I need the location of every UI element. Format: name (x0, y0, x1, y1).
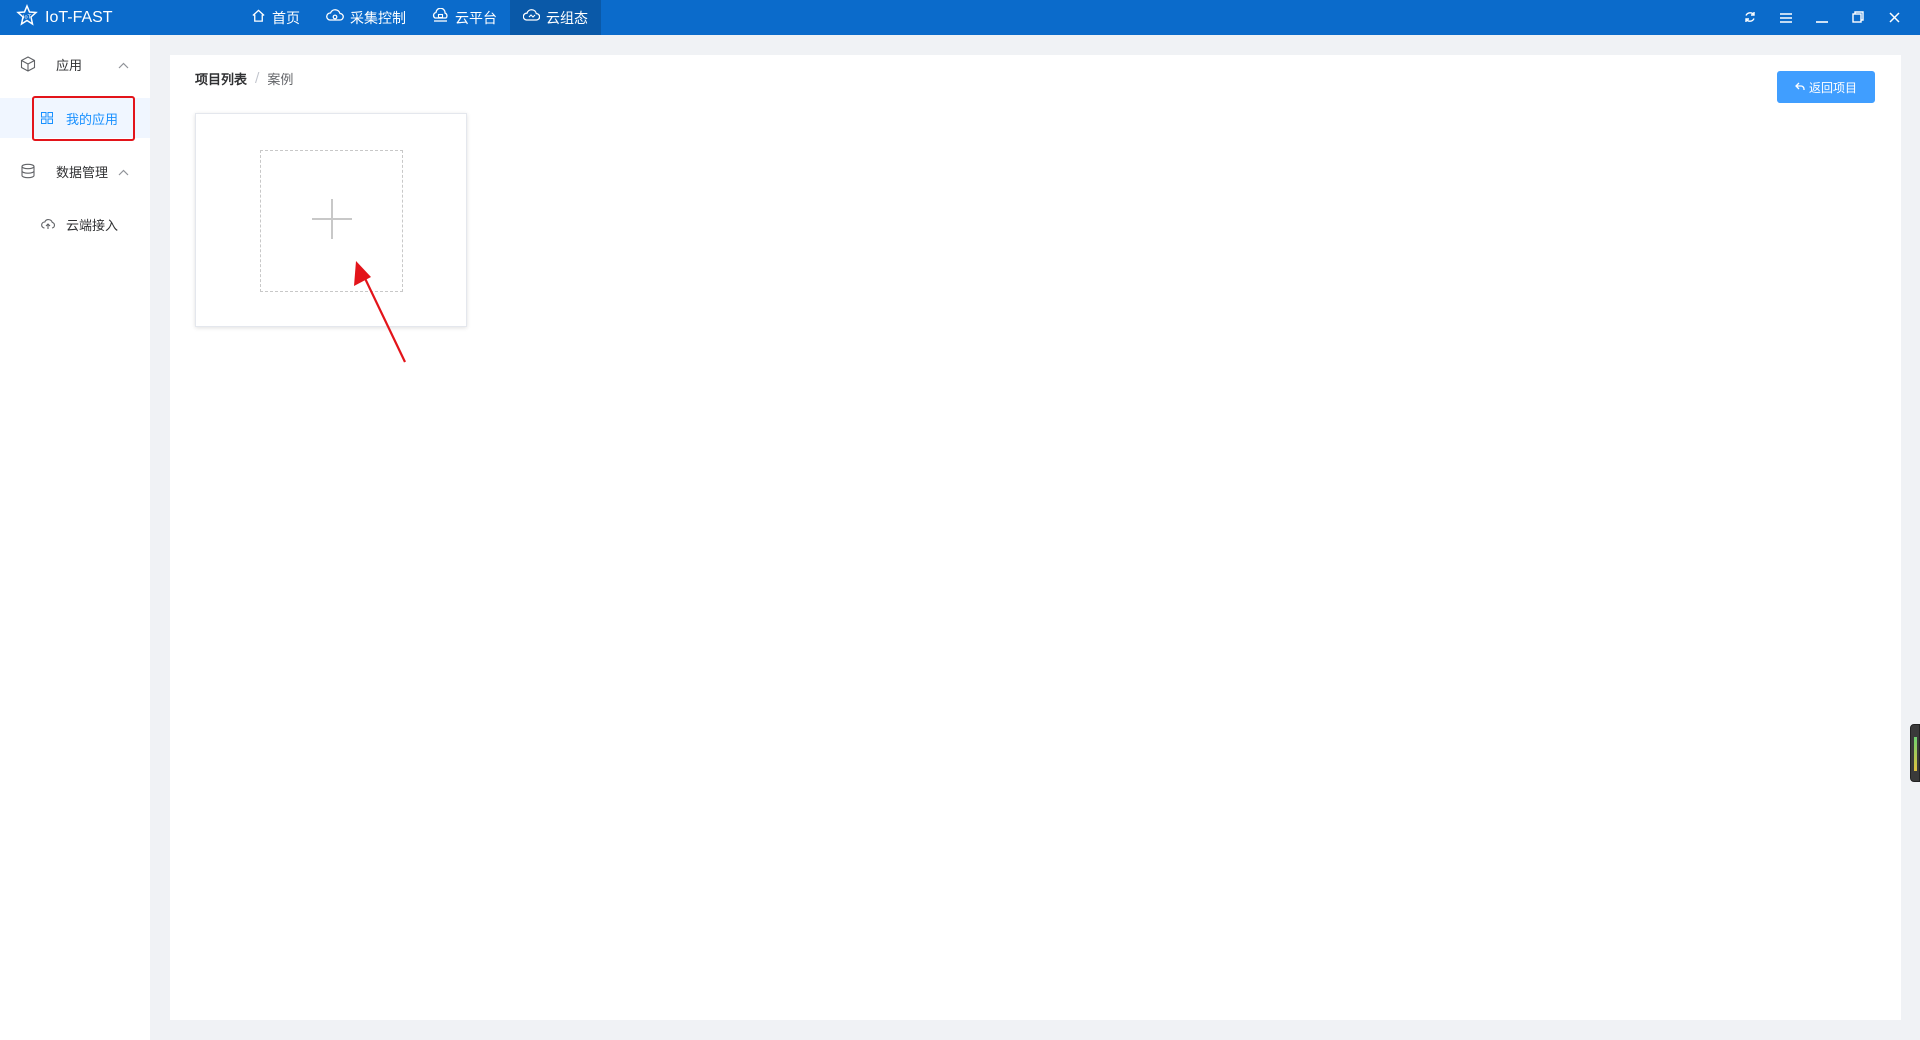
breadcrumb-separator: / (255, 71, 260, 86)
back-to-project-button[interactable]: 返回项目 (1777, 71, 1875, 103)
cube-icon (20, 56, 36, 76)
restore-icon (1852, 8, 1864, 27)
top-nav: 首页 采集控制 云平台 云组态 (238, 0, 601, 35)
refresh-button[interactable] (1732, 0, 1768, 35)
add-app-card (195, 113, 467, 327)
sidebar-group-apps[interactable]: 应用 (0, 44, 150, 84)
grid-icon (41, 112, 53, 128)
plus-icon (310, 197, 354, 245)
main-panel: 项目列表 / 案例 返回项目 (170, 55, 1901, 1020)
nav-item-label: 云平台 (455, 10, 497, 27)
home-icon (251, 8, 266, 27)
breadcrumb-current: 案例 (267, 73, 294, 88)
close-icon (1888, 8, 1900, 27)
add-app-button[interactable] (260, 150, 403, 292)
top-bar: IoT IoT-FAST 首页 采集控制 云平台 云组态 (0, 0, 1920, 35)
sidebar: 应用 我的应用 数据管理 云端接入 (0, 35, 150, 1040)
status-indicator (1914, 737, 1917, 771)
nav-item-cloud-platform[interactable]: 云平台 (419, 0, 510, 35)
svg-text:IoT: IoT (23, 14, 32, 20)
refresh-icon (1744, 8, 1756, 27)
brand: IoT IoT-FAST (15, 0, 113, 35)
cloud-gear-icon (326, 8, 344, 27)
nav-item-home[interactable]: 首页 (238, 0, 313, 35)
side-drawer-handle[interactable] (1910, 724, 1920, 782)
nav-item-label: 云组态 (546, 10, 588, 27)
sidebar-item-my-apps[interactable]: 我的应用 (0, 98, 150, 138)
sidebar-group-label: 应用 (56, 58, 83, 74)
nav-item-label: 采集控制 (350, 10, 406, 27)
logo-icon: IoT (15, 3, 39, 32)
chevron-up-icon (118, 58, 129, 73)
cloud-upload-icon (41, 218, 55, 234)
sidebar-item-label: 我的应用 (66, 112, 119, 128)
menu-icon (1780, 8, 1792, 27)
chevron-up-icon (118, 165, 129, 180)
cloud-platform-icon (432, 7, 449, 27)
nav-item-cloud-config[interactable]: 云组态 (510, 0, 601, 35)
sidebar-group-data-management[interactable]: 数据管理 (0, 151, 150, 191)
cloud-config-icon (522, 8, 541, 27)
sidebar-group-label: 数据管理 (56, 165, 109, 181)
close-button[interactable] (1876, 0, 1912, 35)
minimize-button[interactable] (1804, 0, 1840, 35)
breadcrumb: 项目列表 / 案例 (195, 69, 293, 88)
database-icon (20, 163, 36, 183)
back-button-label: 返回项目 (1808, 80, 1857, 95)
minimize-icon (1816, 8, 1828, 27)
return-icon (1795, 80, 1805, 94)
menu-button[interactable] (1768, 0, 1804, 35)
nav-item-label: 首页 (272, 10, 300, 27)
restore-button[interactable] (1840, 0, 1876, 35)
sidebar-item-label: 云端接入 (66, 218, 119, 234)
nav-item-collect-control[interactable]: 采集控制 (313, 0, 419, 35)
sidebar-item-cloud-access[interactable]: 云端接入 (0, 204, 150, 244)
app-title: IoT-FAST (45, 8, 113, 26)
breadcrumb-parent[interactable]: 项目列表 (195, 69, 247, 88)
window-controls (1732, 0, 1912, 35)
